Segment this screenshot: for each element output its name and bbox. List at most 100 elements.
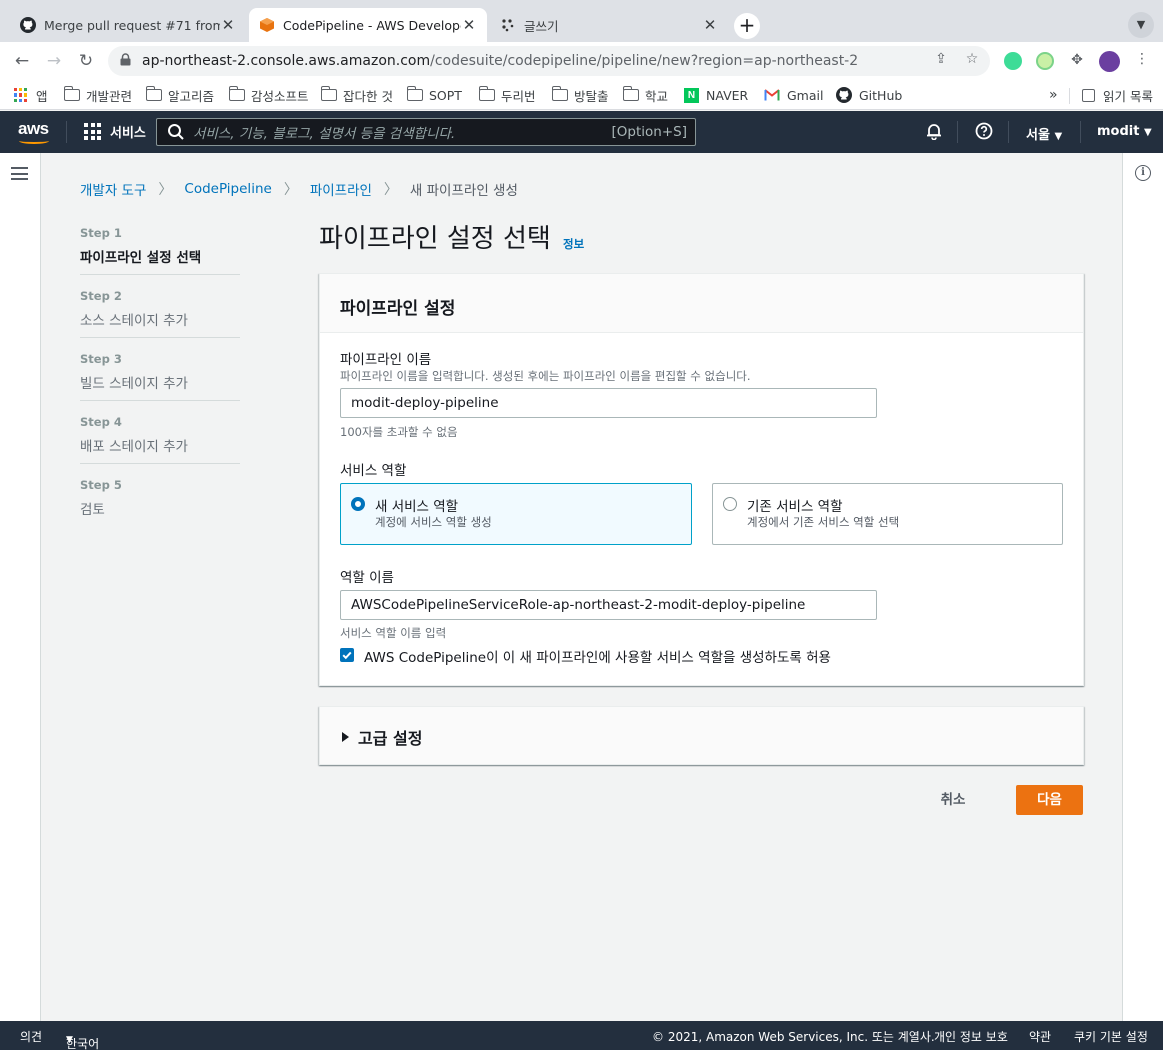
wizard-step-5: Step 5 검토 xyxy=(80,478,240,518)
advanced-settings-panel[interactable] xyxy=(319,706,1084,765)
tab-github[interactable]: Merge pull request #71 from jo ✕ xyxy=(10,8,246,42)
services-grid-icon xyxy=(84,123,101,140)
github-icon xyxy=(20,17,36,33)
bookmark-apps[interactable]: 앱 xyxy=(14,86,48,104)
bookmark-naver[interactable]: N NAVER xyxy=(684,86,748,104)
role-name-hint: 서비스 역할 이름 입력 xyxy=(340,626,447,640)
wizard-step-4: Step 4 배포 스테이지 추가 xyxy=(80,415,240,464)
reload-icon[interactable]: ↻ xyxy=(75,51,97,73)
terms-link[interactable]: 약관 xyxy=(1029,1028,1051,1045)
new-service-role-tile[interactable]: 새 서비스 역할 계정에 서비스 역할 생성 xyxy=(340,483,692,545)
folder-icon xyxy=(406,86,423,101)
bookmark-star-icon[interactable]: ☆ xyxy=(963,50,981,68)
cookie-preferences-link[interactable]: 쿠키 기본 설정 xyxy=(1074,1028,1148,1045)
bookmark-label: SOPT xyxy=(429,87,462,103)
bookmark-label: 개발관련 xyxy=(86,88,133,104)
reading-list-label: 읽기 목록 xyxy=(1103,88,1153,104)
close-tab-icon[interactable]: ✕ xyxy=(702,16,718,34)
info-icon[interactable]: i xyxy=(1135,165,1151,181)
bookmark-github[interactable]: GitHub xyxy=(836,86,902,104)
bookmark-gmail[interactable]: Gmail xyxy=(764,86,823,104)
extensions-puzzle-icon[interactable]: ✥ xyxy=(1068,51,1086,69)
step-label: 검토 xyxy=(80,502,105,518)
lock-icon xyxy=(120,53,134,69)
radio-unselected[interactable] xyxy=(723,497,737,511)
bookmark-folder[interactable]: 학교 xyxy=(622,86,668,104)
bookmark-label: NAVER xyxy=(706,87,749,103)
next-button[interactable]: 다음 xyxy=(1016,785,1083,815)
tab-title: CodePipeline - AWS Developer xyxy=(283,17,461,33)
step-number: Step 4 xyxy=(80,415,122,429)
bookmark-label: 두리번 xyxy=(501,88,536,104)
browser-toolbar: ← → ↻ ap-northeast-2.console.aws.amazon.… xyxy=(0,42,1163,80)
wizard-step-3: Step 3 빌드 스테이지 추가 xyxy=(80,352,240,401)
notifications-bell-icon[interactable] xyxy=(924,122,944,142)
share-icon[interactable]: ⇪ xyxy=(932,50,950,68)
info-link[interactable]: 정보 xyxy=(563,236,584,252)
services-menu-button[interactable]: 서비스 xyxy=(84,122,146,141)
bookmark-folder[interactable]: 두리번 xyxy=(478,86,536,104)
breadcrumb-pipelines[interactable]: 파이프라인 xyxy=(310,179,372,199)
bookmark-label: 앱 xyxy=(36,88,48,104)
privacy-link[interactable]: 개인 정보 보호 xyxy=(934,1028,1008,1045)
console-search-input[interactable]: 서비스, 기능, 블로그, 설명서 등을 검색합니다. [Option+S] xyxy=(156,118,696,146)
bookmark-folder[interactable]: 감성소프트 xyxy=(228,86,309,104)
dots-icon xyxy=(500,17,516,33)
search-icon xyxy=(167,123,185,141)
region-label: 서울 xyxy=(1026,128,1050,143)
side-navigation-strip xyxy=(0,153,41,1021)
breadcrumb-codepipeline[interactable]: CodePipeline xyxy=(184,181,271,197)
caret-down-icon: ▼ xyxy=(1143,127,1152,138)
extension-icon[interactable] xyxy=(1036,52,1054,70)
existing-service-role-tile[interactable]: 기존 서비스 역할 계정에서 기존 서비스 역할 선택 xyxy=(712,483,1063,545)
folder-icon xyxy=(622,86,639,101)
advanced-settings-toggle[interactable]: 고급 설정 xyxy=(342,725,422,749)
close-tab-icon[interactable]: ✕ xyxy=(461,16,477,34)
step-number: Step 3 xyxy=(80,352,122,366)
allow-role-checkbox-label[interactable]: AWS CodePipeline이 이 새 파이프라인에 사용할 서비스 역할을… xyxy=(364,646,831,666)
tab-search-icon[interactable]: ▼ xyxy=(1128,12,1154,38)
region-selector[interactable]: 서울 ▼ xyxy=(1026,124,1062,143)
address-bar[interactable]: ap-northeast-2.console.aws.amazon.com/co… xyxy=(108,46,990,76)
chevron-right-icon: 〉 xyxy=(383,182,398,198)
tab-write[interactable]: 글쓰기 ✕ xyxy=(490,8,728,42)
more-bookmarks-icon[interactable]: » xyxy=(1049,86,1058,104)
step-number: Step 2 xyxy=(80,289,122,303)
account-menu[interactable]: modit ▼ xyxy=(1097,124,1152,139)
tab-codepipeline[interactable]: CodePipeline - AWS Developer ✕ xyxy=(249,8,487,42)
bookmark-folder[interactable]: 알고리즘 xyxy=(145,86,214,104)
bookmark-folder[interactable]: SOPT xyxy=(406,86,462,104)
cancel-button[interactable]: 취소 xyxy=(924,785,982,815)
forward-icon[interactable]: → xyxy=(43,51,65,73)
tile-description: 계정에서 기존 서비스 역할 선택 xyxy=(747,515,900,529)
aws-logo[interactable]: aws xyxy=(18,119,49,144)
new-tab-button[interactable]: + xyxy=(734,13,760,39)
pipeline-name-input[interactable]: modit-deploy-pipeline xyxy=(340,388,877,418)
search-placeholder: 서비스, 기능, 블로그, 설명서 등을 검색합니다. xyxy=(193,126,456,142)
bookmark-folder[interactable]: 개발관련 xyxy=(63,86,133,104)
divider xyxy=(1080,121,1081,143)
role-name-input[interactable]: AWSCodePipelineServiceRole-ap-northeast-… xyxy=(340,590,877,620)
hamburger-menu-icon[interactable] xyxy=(11,167,28,180)
bookmark-folder[interactable]: 잡다한 것 xyxy=(320,86,393,104)
help-icon[interactable] xyxy=(974,122,994,142)
divider xyxy=(80,463,240,464)
reading-list-button[interactable]: 읽기 목록 xyxy=(1082,86,1153,104)
back-icon[interactable]: ← xyxy=(11,51,33,73)
close-tab-icon[interactable]: ✕ xyxy=(220,16,236,34)
profile-avatar[interactable] xyxy=(1099,51,1120,72)
tab-title: 글쓰기 xyxy=(524,18,559,34)
bookmark-folder[interactable]: 방탈출 xyxy=(551,86,609,104)
radio-selected[interactable] xyxy=(351,497,365,511)
gmail-icon xyxy=(764,89,780,101)
codepipeline-icon xyxy=(259,17,275,33)
extension-icon[interactable] xyxy=(1004,52,1022,70)
feedback-link[interactable]: 의견 xyxy=(20,1028,42,1045)
breadcrumb-developer-tools[interactable]: 개발자 도구 xyxy=(80,179,146,199)
caret-right-icon xyxy=(342,732,349,742)
page-title: 파이프라인 설정 선택 xyxy=(319,224,551,254)
more-menu-icon[interactable]: ⋮ xyxy=(1133,50,1151,68)
allow-role-checkbox[interactable] xyxy=(340,648,354,662)
browser-tab-strip: Merge pull request #71 from jo ✕ CodePip… xyxy=(0,0,1163,42)
pipeline-name-description: 파이프라인 이름을 입력합니다. 생성된 후에는 파이프라인 이름을 편집할 수… xyxy=(340,369,751,383)
